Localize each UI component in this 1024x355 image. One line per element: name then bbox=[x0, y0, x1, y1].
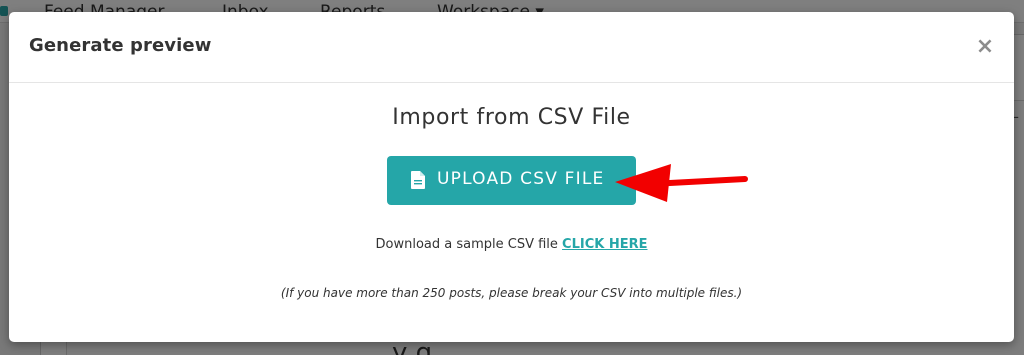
download-text: Download a sample CSV file bbox=[375, 237, 558, 252]
modal-header: Generate preview × bbox=[9, 12, 1014, 83]
upload-csv-button[interactable]: UPLOAD CSV FILE bbox=[387, 156, 636, 205]
file-icon bbox=[411, 171, 425, 189]
modal-title: Generate preview bbox=[29, 35, 212, 56]
file-limit-note: (If you have more than 250 posts, please… bbox=[280, 286, 743, 300]
download-sample-line: Download a sample CSV file CLICK HERE bbox=[9, 237, 1014, 252]
generate-preview-modal: Generate preview × Import from CSV File … bbox=[9, 12, 1014, 342]
red-arrow-pointer-icon bbox=[615, 164, 748, 202]
import-heading: Import from CSV File bbox=[392, 105, 631, 130]
upload-button-label: UPLOAD CSV FILE bbox=[437, 169, 605, 189]
click-here-link[interactable]: CLICK HERE bbox=[562, 237, 647, 252]
close-icon[interactable]: × bbox=[972, 34, 998, 60]
